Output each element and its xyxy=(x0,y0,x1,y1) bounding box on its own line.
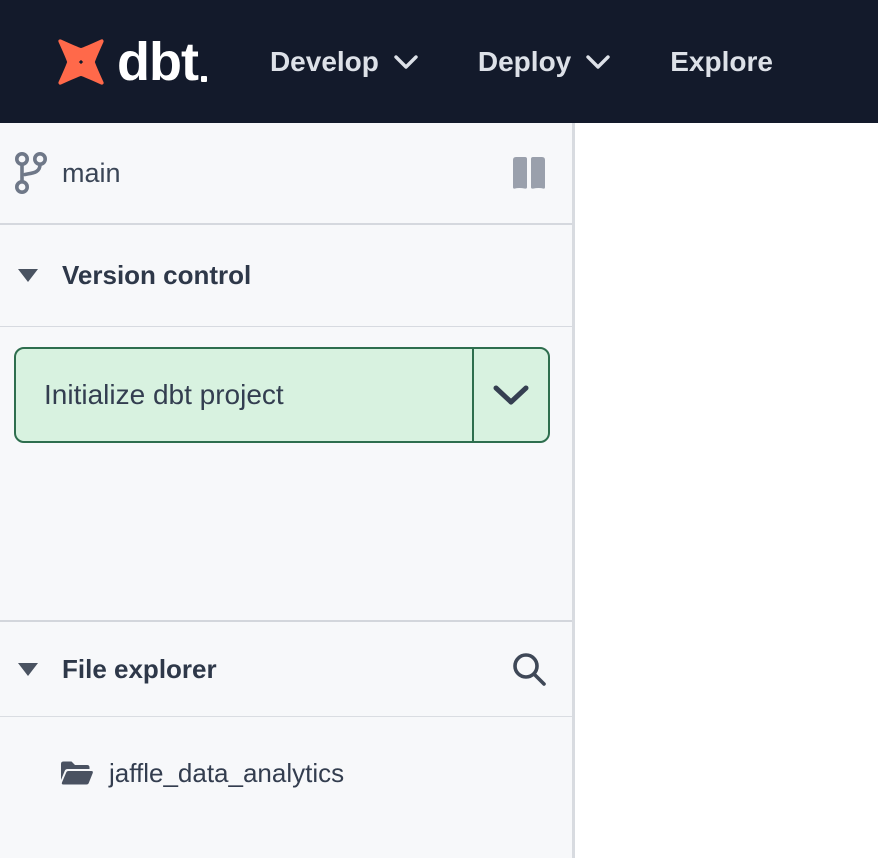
main-area: main Version control Initialize dbt proj… xyxy=(0,123,878,858)
sidebar: main Version control Initialize dbt proj… xyxy=(0,123,572,858)
editor-empty-area xyxy=(575,123,878,858)
logo-trademark-dot xyxy=(201,76,207,82)
nav-develop[interactable]: Develop xyxy=(270,48,418,76)
chevron-down-icon xyxy=(586,54,610,70)
version-control-body: Initialize dbt project xyxy=(0,327,572,620)
collapse-triangle-icon[interactable] xyxy=(18,663,38,676)
search-icon[interactable] xyxy=(510,650,548,688)
nav-deploy-label: Deploy xyxy=(478,48,571,76)
dbt-logo[interactable]: dbt xyxy=(55,35,198,89)
file-tree-item-folder[interactable]: jaffle_data_analytics xyxy=(58,745,572,801)
file-tree-item-label: jaffle_data_analytics xyxy=(109,758,344,789)
main-nav: Develop Deploy Explore xyxy=(270,48,773,76)
initialize-project-button[interactable]: Initialize dbt project xyxy=(16,349,472,441)
initialize-project-split-button: Initialize dbt project xyxy=(14,347,550,443)
initialize-project-dropdown-button[interactable] xyxy=(472,349,548,441)
chevron-down-icon xyxy=(394,54,418,70)
current-branch-name[interactable]: main xyxy=(62,158,510,189)
dbt-logo-text: dbt xyxy=(117,35,198,89)
version-control-header[interactable]: Version control xyxy=(0,225,572,327)
nav-explore-label: Explore xyxy=(670,48,773,76)
dbt-cloud-app: dbt Develop Deploy Explore xyxy=(0,0,878,858)
top-nav-bar: dbt Develop Deploy Explore xyxy=(0,0,878,123)
docs-book-icon[interactable] xyxy=(510,152,548,194)
file-explorer-header[interactable]: File explorer xyxy=(0,620,572,717)
chevron-down-icon xyxy=(493,384,529,406)
nav-deploy[interactable]: Deploy xyxy=(478,48,610,76)
file-explorer-body: jaffle_data_analytics xyxy=(0,717,572,858)
collapse-triangle-icon[interactable] xyxy=(18,269,38,282)
dbt-logo-mark-icon xyxy=(55,36,107,88)
nav-explore[interactable]: Explore xyxy=(670,48,773,76)
nav-develop-label: Develop xyxy=(270,48,379,76)
branch-row: main xyxy=(0,123,572,225)
version-control-title: Version control xyxy=(62,260,548,291)
file-explorer-title: File explorer xyxy=(62,654,510,685)
git-branch-icon xyxy=(14,150,48,196)
folder-open-icon xyxy=(58,758,94,788)
